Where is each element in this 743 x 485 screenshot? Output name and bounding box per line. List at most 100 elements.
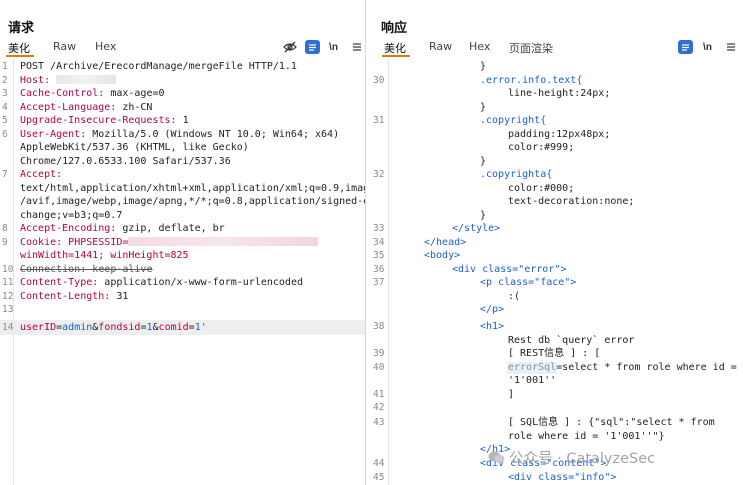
line-number: 12 [2,290,14,302]
line-text: Chrome/127.0.6533.100 Safari/537.36 [20,155,231,167]
line-text: AppleWebKit/537.36 (KHTML, like Gecko) [20,142,249,153]
line-text: <div class="info"> [508,471,617,483]
line-number: 42 [373,402,385,413]
response-line: color:#000; [367,182,743,196]
response-line: 40 errorSql=select * from role where id = [367,361,743,375]
tab-raw[interactable]: Raw [429,40,452,53]
line-number: 11 [2,277,14,288]
line-number: 34 [373,236,385,248]
response-line: } [367,60,743,74]
line-text: change;v=b3;q=0.7 [20,209,123,221]
line-text: '1'001'' [508,375,557,386]
param-value: admin [62,322,93,333]
line-number: 1 [2,61,8,72]
line-number: 38 [373,321,385,332]
param-value: 1' [194,322,207,333]
response-line: 37 <p class="face"> [367,276,743,290]
wrap-lines-icon[interactable] [305,40,320,54]
wechat-icon [488,451,505,464]
request-body-line: 14 userID=admin&fondsid=1&comid=1' [0,320,365,335]
line-number: 31 [373,115,385,126]
line-text: </head> [424,236,467,248]
menu-icon[interactable] [723,40,738,54]
request-line: 13 [0,303,365,317]
header-name: Connection: [20,263,87,275]
response-line: } [367,101,743,115]
line-text: .error.info.text{ [480,74,583,86]
newline-icon[interactable]: \n [326,40,341,54]
header-value: zh-CN [116,101,153,113]
response-title: 响应 [381,21,408,36]
response-editor[interactable]: } 30 .error.info.text{ line-height:24px; … [367,59,743,485]
header-name: Upgrade-Insecure-Requests: [20,115,177,126]
param-name: fondsid [98,322,141,333]
request-pane: 请求 美化 Raw Hex \n 1 POST /Archive/ErecordM… [0,0,366,485]
wrap-lines-icon[interactable] [678,40,693,54]
menu-icon[interactable] [349,40,364,54]
active-tab-underline [6,55,34,57]
line-text: text-decoration:none; [508,196,635,207]
response-line: 41] [367,388,743,402]
param-name: comid [158,322,189,333]
response-line: :( [367,290,743,304]
line-number: 7 [2,169,8,180]
request-editor[interactable]: 1 POST /Archive/ErecordManage/mergeFile H… [0,59,365,485]
line-text: .copyrighta{ [480,169,553,180]
line-text: Rest db `query` error [508,334,635,346]
response-line: 31 .copyright{ [367,114,743,128]
response-line: 45 <div class="info"> [367,471,743,485]
tab-render[interactable]: 页面渲染 [509,40,553,56]
tab-hex[interactable]: Hex [95,40,116,53]
header-value: Mozilla/5.0 (Windows NT 10.0; Win64; x64… [86,128,340,140]
param-name: userID [20,322,57,333]
line-number: 36 [373,263,385,275]
line-text: } [480,209,487,221]
response-line: } [367,155,743,169]
line-number: 5 [2,115,8,126]
response-line: 33 </style> [367,222,743,236]
request-line: 7 Accept: [0,168,365,182]
response-line: Rest db `query` error [367,334,743,348]
header-name: Accept-Encoding: [20,223,117,234]
line-number: 30 [373,74,385,86]
tab-pretty[interactable]: 美化 [8,40,30,56]
line-text: ] [508,388,515,400]
watermark-text: 公众号 · CatalyzeSec [509,451,656,467]
response-line: 32 .copyrighta{ [367,168,743,182]
tab-pretty[interactable]: 美化 [384,40,406,56]
request-line: AppleWebKit/537.36 (KHTML, like Gecko) [0,141,365,155]
watermark: 公众号 · CatalyzeSec [488,447,655,468]
line-number: 4 [2,101,8,113]
header-name: Host: [20,74,51,86]
header-name: User-Agent: [20,128,87,140]
line-number: 13 [2,304,14,315]
hide-eye-icon[interactable] [282,40,297,54]
line-number: 43 [373,417,385,428]
selection-highlight [507,361,557,374]
header-name: Accept: [20,169,63,180]
line-number: 2 [2,74,8,86]
line-number: 41 [373,388,385,400]
line-number: 35 [373,250,385,261]
response-pane: 响应 美化 Raw Hex 页面渲染 \n } 30 .error.info.te… [367,0,743,485]
line-number: 6 [2,128,8,140]
response-line: role where id = '1'001''"} [367,430,743,444]
header-value: 1 [176,115,189,126]
header-value: PHPSESSID= [62,236,129,248]
header-name: Accept-Language: [20,101,117,113]
line-number: 44 [373,458,385,469]
line-number: 10 [2,263,14,275]
line-text: text/html,application/xhtml+xml,applicat… [20,182,366,194]
header-name: Content-Type: [20,277,99,288]
header-name: Content-Length: [20,290,111,302]
line-text: <h1> [480,321,505,332]
tab-raw[interactable]: Raw [53,40,76,53]
line-text: } [480,155,487,167]
header-value: gzip, deflate, br [116,223,225,234]
active-tab-underline [382,55,410,57]
newline-icon[interactable]: \n [700,40,715,54]
request-line: 1 POST /Archive/ErecordManage/mergeFile H… [0,60,365,74]
tab-hex[interactable]: Hex [469,40,490,53]
line-text: :( [508,290,521,302]
line-number: 45 [373,471,385,483]
